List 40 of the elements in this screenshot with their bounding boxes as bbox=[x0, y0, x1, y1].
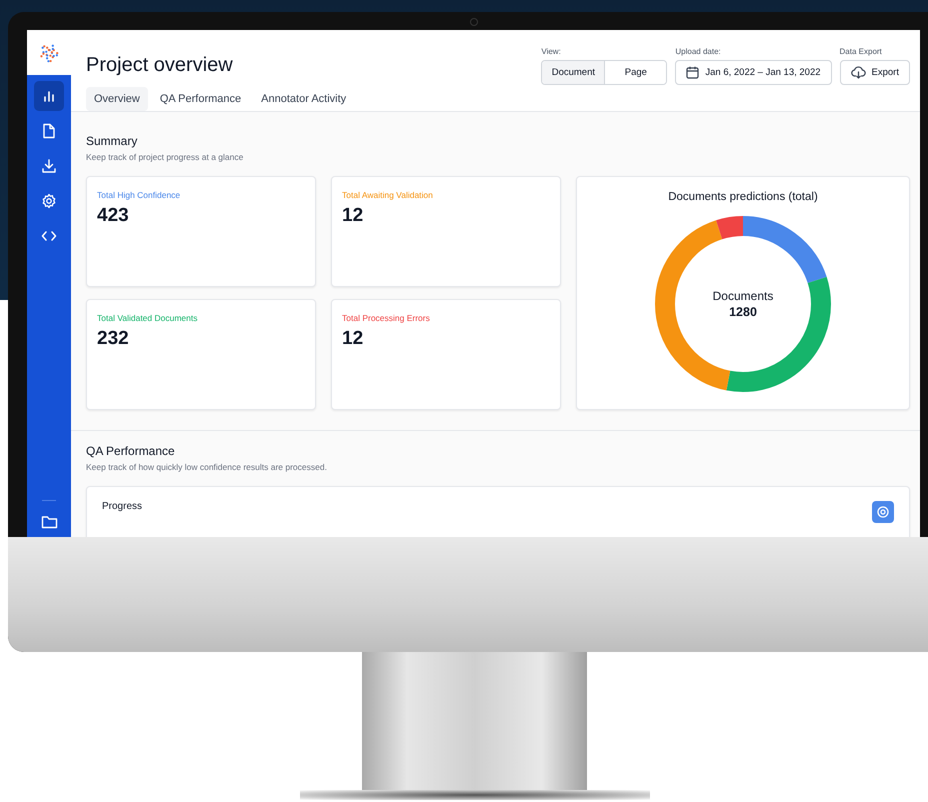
card-action-button[interactable] bbox=[872, 501, 894, 523]
tab[interactable]: Overview bbox=[86, 87, 148, 111]
data-export-label: Data Export bbox=[840, 47, 883, 56]
stat-value: 423 bbox=[97, 205, 130, 227]
settings-icon bbox=[41, 193, 57, 209]
download-icon bbox=[41, 158, 57, 174]
sidebar-nav-button[interactable] bbox=[34, 81, 64, 111]
stat-label: Total High Confidence bbox=[97, 190, 182, 200]
stat-label: Total Validated Documents bbox=[97, 313, 198, 323]
section-subtitle: Keep track of project progress at a glance bbox=[86, 152, 244, 162]
stat-value: 12 bbox=[342, 328, 364, 350]
target-icon bbox=[877, 506, 889, 518]
bar-chart-icon bbox=[42, 89, 56, 103]
date-range-picker[interactable]: Jan 6, 2022 – Jan 13, 2022 bbox=[675, 60, 832, 85]
logo-icon bbox=[38, 42, 60, 64]
page-title: Project overview bbox=[86, 54, 234, 77]
view-option[interactable]: Page bbox=[604, 61, 666, 84]
stat-label: Total Awaiting Validation bbox=[342, 190, 434, 200]
folder-icon bbox=[40, 515, 58, 529]
camera-dot bbox=[470, 18, 478, 26]
view-option[interactable]: Document bbox=[542, 61, 604, 84]
file-icon bbox=[42, 123, 56, 139]
chart-title: Documents predictions (total) bbox=[668, 191, 818, 203]
tab[interactable]: Annotator Activity bbox=[253, 87, 354, 111]
section-title: Summary bbox=[86, 134, 138, 148]
card-title: Progress bbox=[102, 501, 142, 512]
stat-value: 12 bbox=[342, 205, 364, 227]
stat-value: 232 bbox=[97, 328, 130, 350]
cloud-download-icon bbox=[850, 66, 866, 79]
export-button[interactable]: Export bbox=[840, 60, 910, 85]
donut-center-label: Documents bbox=[712, 289, 774, 303]
section-title: QA Performance bbox=[86, 444, 176, 458]
upload-date-label: Upload date: bbox=[675, 47, 722, 56]
calendar-icon bbox=[686, 66, 700, 79]
section-subtitle: Keep track of how quickly low confidence results are processed. bbox=[86, 462, 328, 472]
tab[interactable]: QA Performance bbox=[152, 87, 250, 111]
donut-center-value: 1280 bbox=[729, 305, 757, 319]
code-icon bbox=[41, 230, 57, 242]
stat-label: Total Processing Errors bbox=[342, 313, 431, 323]
view-label: View: bbox=[541, 47, 562, 56]
